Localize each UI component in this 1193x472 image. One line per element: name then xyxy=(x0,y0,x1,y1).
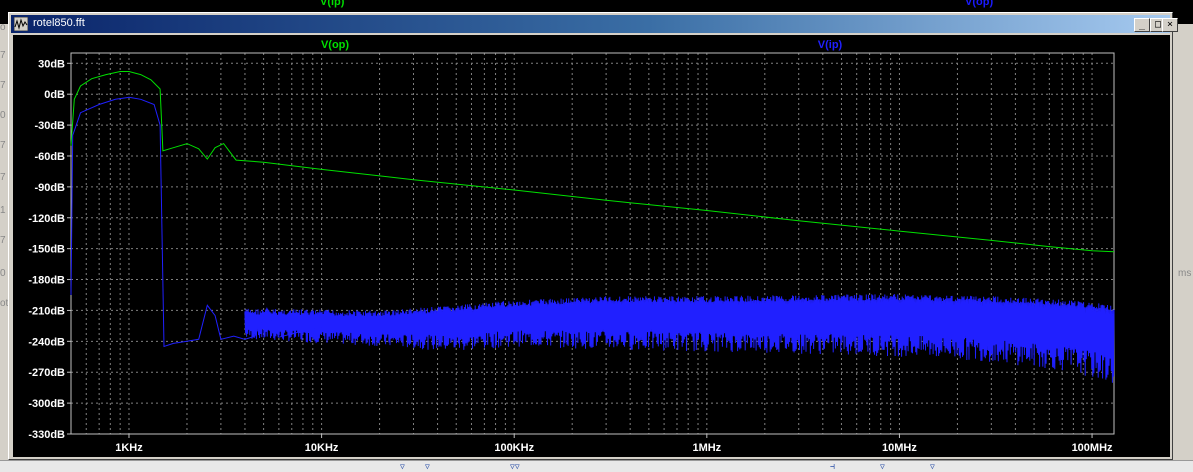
x-tick-label: 100MHz xyxy=(1072,442,1113,454)
x-tick-label: 1KHz xyxy=(115,442,143,454)
edge-fragment: 7 xyxy=(0,172,6,183)
x-tick-label: 1MHz xyxy=(692,442,721,454)
legend-label-vop: V(op) xyxy=(321,39,349,51)
schematic-fragment: ⊣ xyxy=(830,462,835,471)
legend-label-vip: V(ip) xyxy=(818,39,843,51)
schematic-fragment: ▽▽ xyxy=(510,462,520,471)
y-tick-label: -300dB xyxy=(28,398,65,410)
y-tick-label: -90dB xyxy=(34,182,65,194)
background-right-window-edge xyxy=(1173,24,1193,460)
background-trace-label-ip: V(ip) xyxy=(320,0,345,8)
schematic-fragment: ▽ xyxy=(930,462,935,471)
waveform-window-icon xyxy=(14,17,28,31)
y-tick-label: -120dB xyxy=(28,213,65,225)
background-trace-label-op: V(op) xyxy=(965,0,994,8)
y-tick-label: -150dB xyxy=(28,244,65,256)
window-title: rotel850.fft xyxy=(33,17,85,29)
x-tick-label: 10MHz xyxy=(882,442,917,454)
waveform-window[interactable]: rotel850.fft _ □ × 30dB 0dB -30dB -60dB -90d… xyxy=(8,12,1178,460)
edge-fragment: 7 xyxy=(0,80,6,91)
edge-fragment: 1 xyxy=(0,205,6,216)
y-tick-label: -330dB xyxy=(28,429,65,441)
y-tick-label: -210dB xyxy=(28,305,65,317)
y-tick-label: -270dB xyxy=(28,367,65,379)
schematic-fragment: ▽ xyxy=(425,462,430,471)
schematic-fragment: ▽ xyxy=(880,462,885,471)
y-tick-label: -60dB xyxy=(34,151,65,163)
edge-fragment: 7 xyxy=(0,140,6,151)
y-tick-label: -180dB xyxy=(28,275,65,287)
edge-fragment: 7 xyxy=(0,235,6,246)
x-tick-label: 100KHz xyxy=(494,442,534,454)
window-titlebar[interactable]: rotel850.fft _ □ xyxy=(11,15,1170,33)
fft-chart[interactable]: 30dB 0dB -30dB -60dB -90dB -120dB -150dB -180dB… xyxy=(13,35,1170,457)
series-noise-vip xyxy=(244,294,1115,383)
background-schematic-strip xyxy=(0,460,1193,472)
edge-fragment: ms xyxy=(1178,268,1192,279)
y-tick-label: -240dB xyxy=(28,336,65,348)
y-tick-label: -30dB xyxy=(34,120,65,132)
y-tick-label: 0dB xyxy=(44,89,65,101)
x-tick-label: 10KHz xyxy=(305,442,339,454)
edge-fragment: 0 xyxy=(0,110,6,121)
close-button[interactable]: × xyxy=(1162,18,1178,32)
schematic-fragment: ▽ xyxy=(400,462,405,471)
edge-fragment: 0 xyxy=(0,268,6,279)
plot-area[interactable]: 30dB 0dB -30dB -60dB -90dB -120dB -150dB -180dB… xyxy=(13,35,1170,457)
minimize-button[interactable]: _ xyxy=(1134,18,1150,32)
edge-fragment: o xyxy=(0,22,6,33)
edge-fragment: 7 xyxy=(0,50,6,61)
y-tick-label: 30dB xyxy=(38,58,65,70)
